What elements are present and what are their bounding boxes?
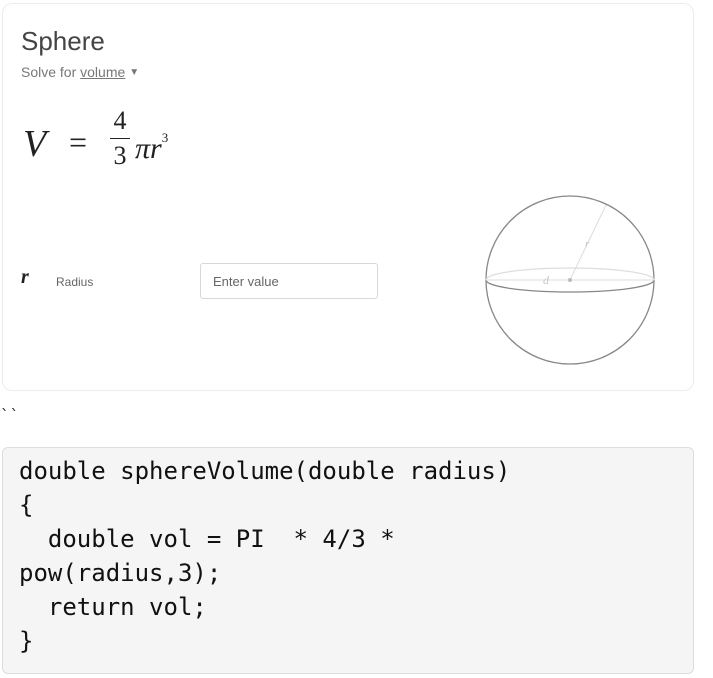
code-line: { [19, 491, 34, 519]
radius-label: Radius [56, 275, 94, 289]
code-line: } [19, 627, 34, 655]
formula-exponent: 3 [161, 130, 169, 145]
radius-input[interactable] [200, 263, 378, 299]
solve-for-row: Solve for volume ▼ [21, 65, 139, 79]
radius-symbol: r [21, 266, 29, 288]
code-line: pow(radius,3); [19, 559, 222, 587]
calculator-title: Sphere [21, 26, 105, 56]
solve-for-label: Solve for [21, 64, 81, 80]
formula-pi-r-text: πr [135, 132, 162, 165]
markdown-backticks: `` [0, 406, 20, 425]
code-line: return vol; [19, 593, 207, 621]
diameter-diagram-label: d [543, 273, 550, 287]
formula-equals: = [69, 124, 88, 160]
sphere-calculator-card: Sphere Solve for volume ▼ V = 4 3 πr3 r R… [2, 3, 694, 391]
fraction-bar [110, 138, 130, 139]
formula-fraction: 4 3 [109, 106, 131, 171]
center-point [568, 278, 572, 282]
formula-lhs: V [23, 123, 47, 165]
solve-for-dropdown[interactable]: volume [80, 64, 125, 80]
radius-diagram-label: r [585, 238, 590, 250]
caret-down-icon[interactable]: ▼ [129, 68, 139, 78]
formula-pi-r: πr3 [135, 130, 168, 166]
sphere-diagram: r d [485, 195, 655, 365]
fraction-numerator: 4 [113, 106, 127, 135]
code-line: double sphereVolume(double radius) [19, 457, 511, 485]
fraction-denominator: 3 [113, 141, 127, 170]
code-block: double sphereVolume(double radius) { dou… [2, 447, 694, 674]
code-line: double vol = PI * 4/3 * [19, 525, 395, 553]
